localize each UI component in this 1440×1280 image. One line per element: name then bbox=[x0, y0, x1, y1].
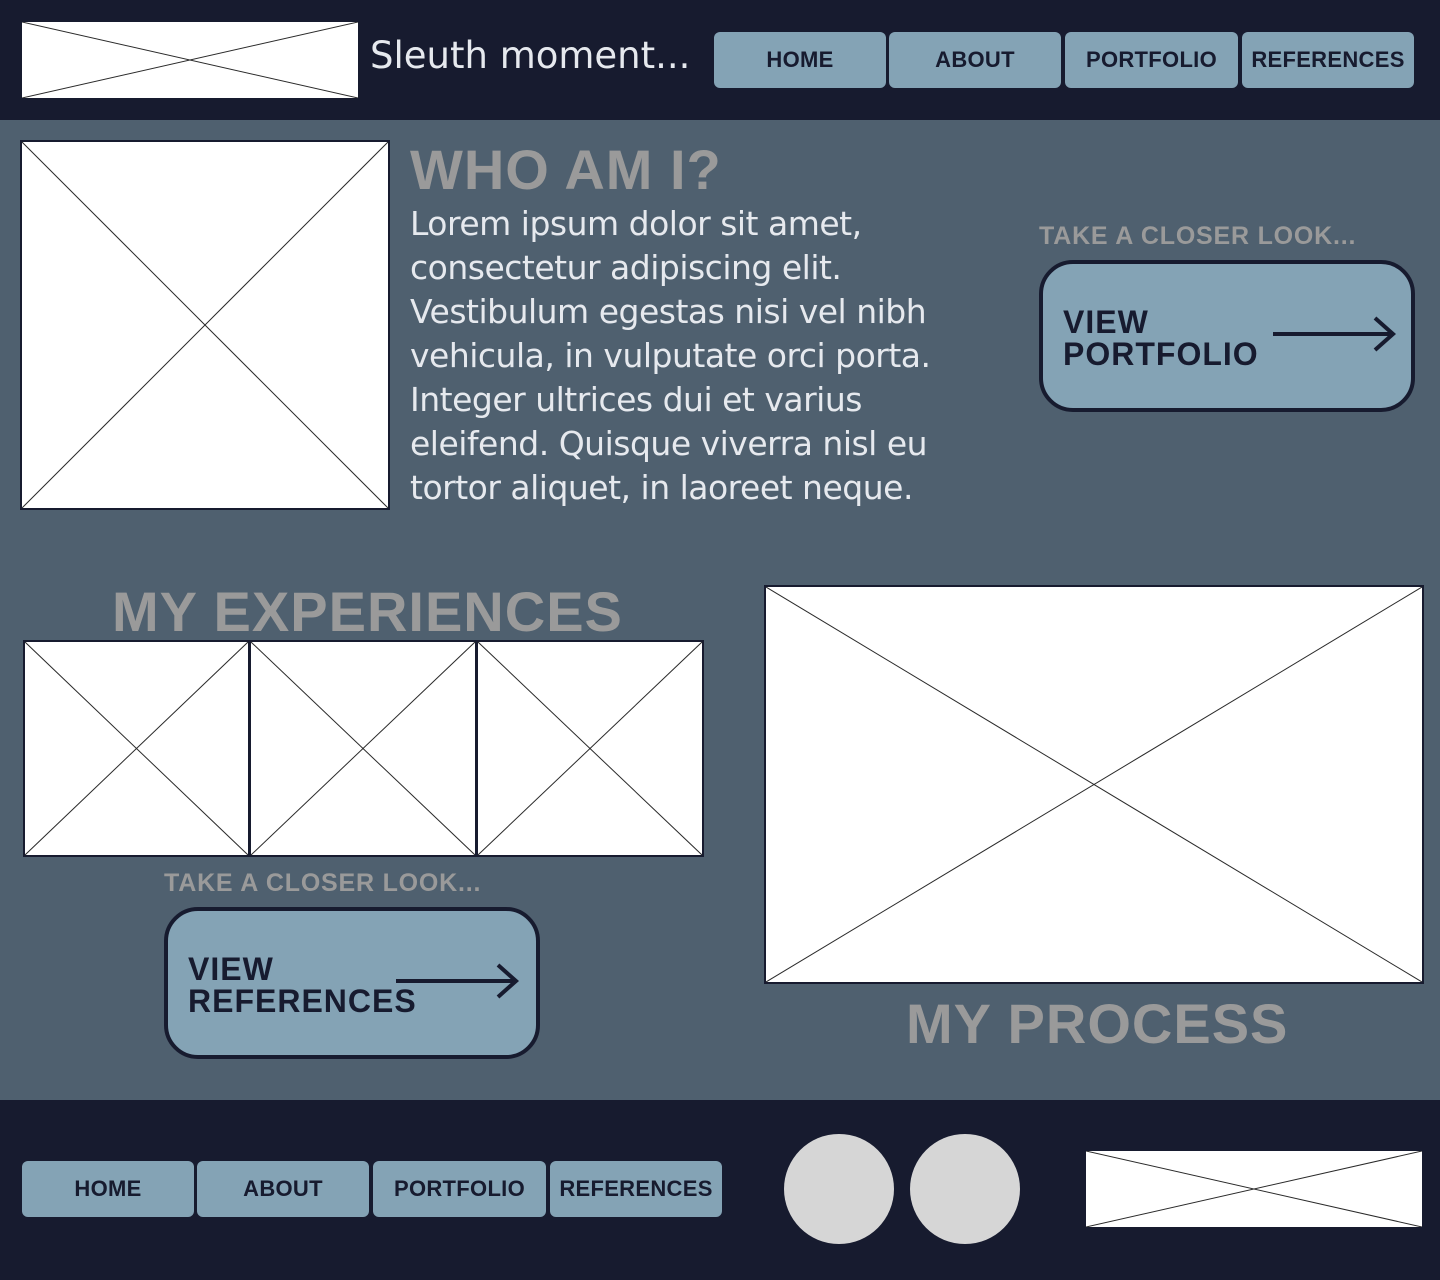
arrow-right-icon bbox=[1273, 316, 1397, 352]
references-cta-caption: TAKE A CLOSER LOOK... bbox=[164, 869, 482, 897]
process-heading: MY PROCESS bbox=[906, 992, 1289, 1055]
footer-logo-image-placeholder[interactable] bbox=[1084, 1149, 1424, 1229]
profile-image-placeholder bbox=[20, 140, 390, 510]
view-references-button[interactable]: VIEW REFERENCES bbox=[164, 907, 540, 1059]
about-heading: WHO AM I? bbox=[410, 138, 722, 201]
logo-image-placeholder[interactable] bbox=[20, 20, 360, 100]
experience-image-placeholder-3[interactable] bbox=[476, 640, 704, 857]
experience-image-placeholder-2[interactable] bbox=[249, 640, 477, 857]
site-footer: HOME ABOUT PORTFOLIO REFERENCES bbox=[0, 1100, 1440, 1280]
experiences-heading: MY EXPERIENCES bbox=[112, 580, 623, 643]
about-body-text: Lorem ipsum dolor sit amet, consectetur … bbox=[410, 204, 931, 507]
social-circle-icon[interactable] bbox=[784, 1134, 894, 1244]
view-references-label: VIEW REFERENCES bbox=[188, 951, 417, 1019]
footer-nav-references-button[interactable]: REFERENCES bbox=[550, 1161, 722, 1217]
arrow-right-icon bbox=[396, 963, 520, 999]
view-portfolio-button[interactable]: VIEW PORTFOLIO bbox=[1039, 260, 1415, 412]
nav-home-button[interactable]: HOME bbox=[714, 32, 886, 88]
nav-references-button[interactable]: REFERENCES bbox=[1242, 32, 1414, 88]
view-portfolio-label: VIEW PORTFOLIO bbox=[1063, 304, 1259, 372]
process-image-placeholder[interactable] bbox=[764, 585, 1424, 984]
footer-nav-portfolio-button[interactable]: PORTFOLIO bbox=[373, 1161, 546, 1217]
social-circle-icon[interactable] bbox=[910, 1134, 1020, 1244]
site-header: Sleuth moment... HOME ABOUT PORTFOLIO RE… bbox=[0, 0, 1440, 120]
portfolio-cta-caption: TAKE A CLOSER LOOK... bbox=[1039, 222, 1357, 250]
footer-nav-about-button[interactable]: ABOUT bbox=[197, 1161, 369, 1217]
nav-about-button[interactable]: ABOUT bbox=[889, 32, 1061, 88]
experience-image-placeholder-1[interactable] bbox=[23, 640, 250, 857]
footer-nav-home-button[interactable]: HOME bbox=[22, 1161, 194, 1217]
site-title: Sleuth moment... bbox=[370, 34, 691, 77]
nav-portfolio-button[interactable]: PORTFOLIO bbox=[1065, 32, 1238, 88]
